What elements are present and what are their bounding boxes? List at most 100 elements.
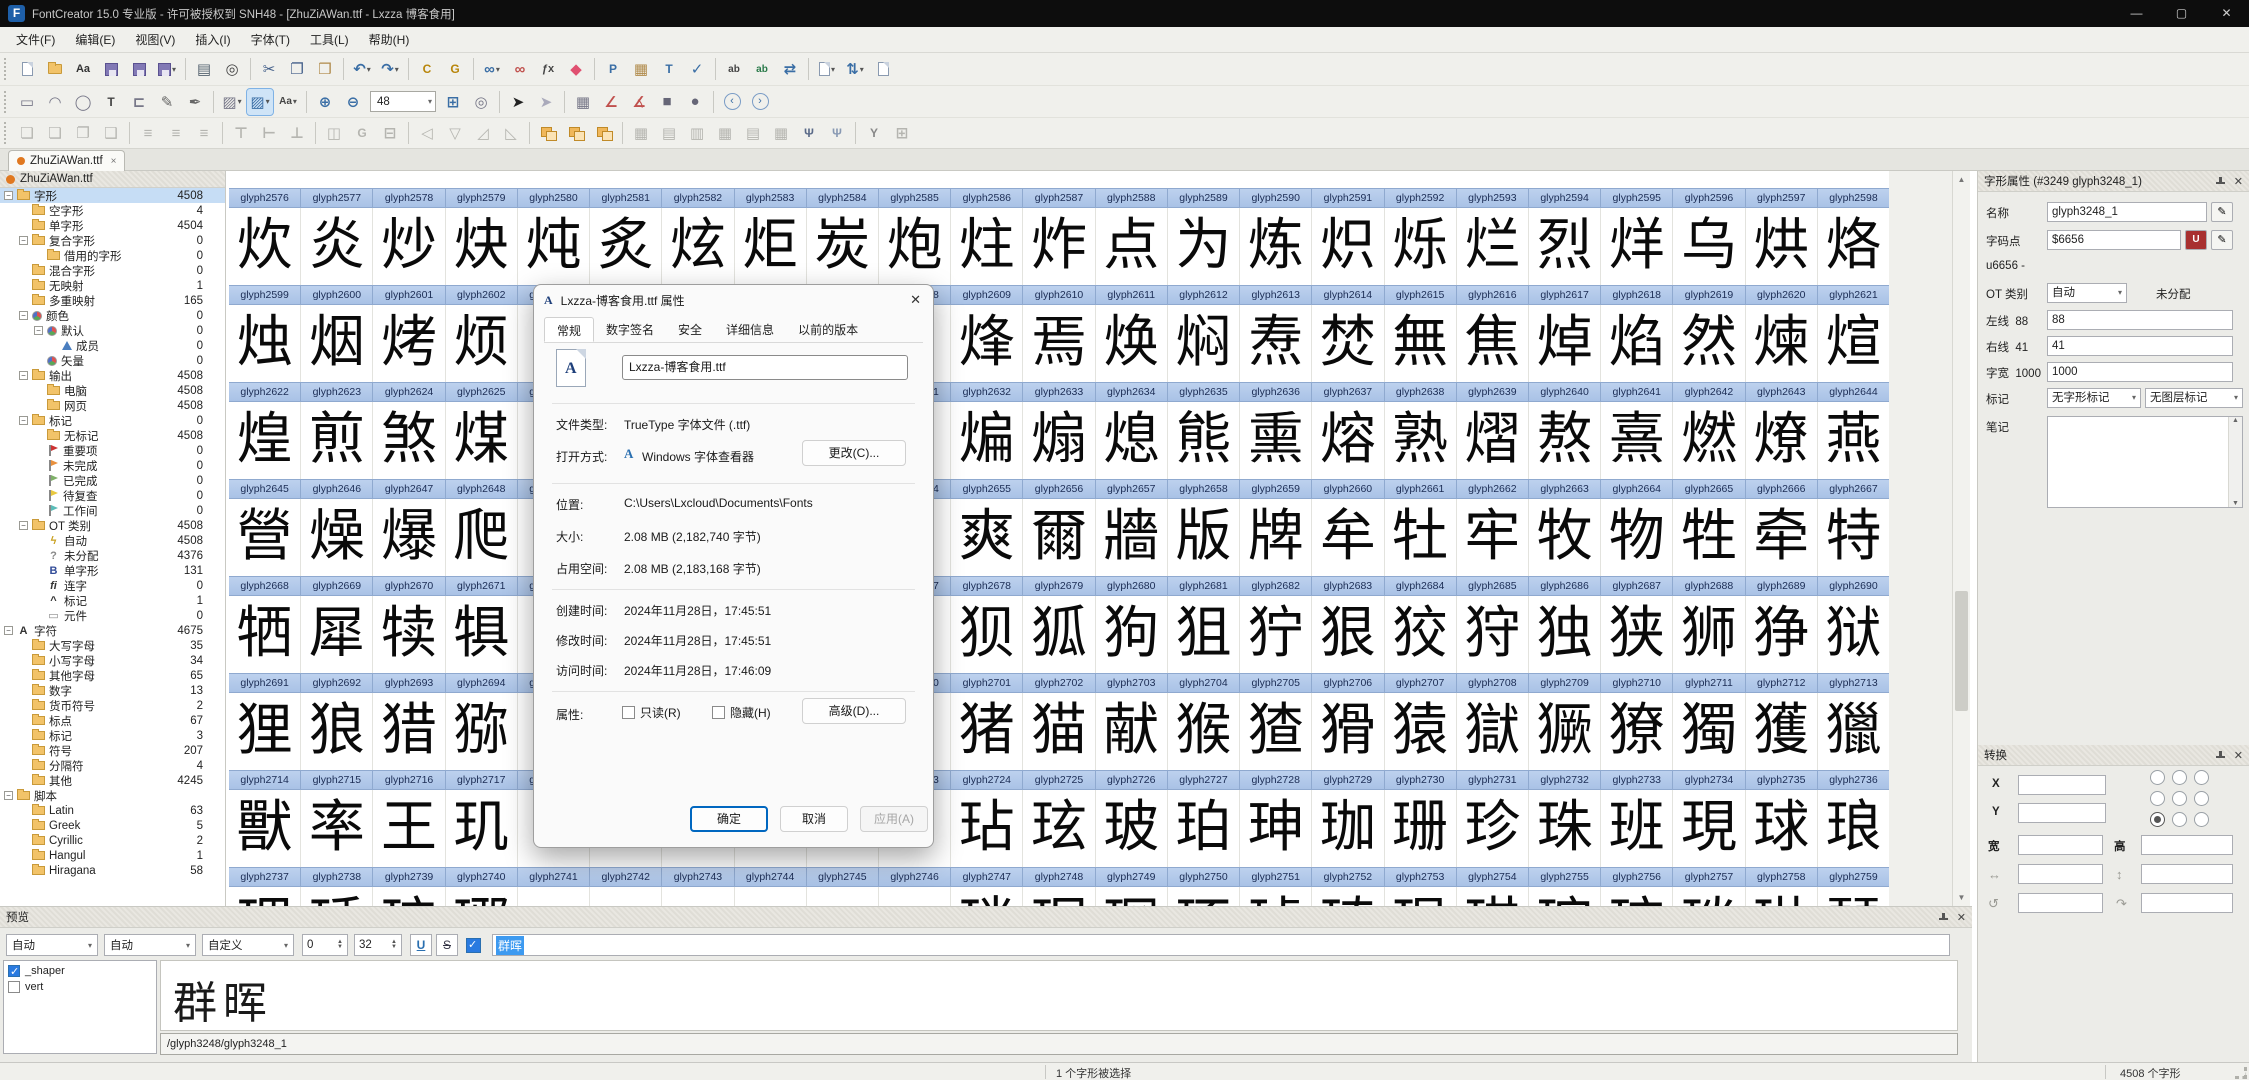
bool-union-icon[interactable]	[535, 120, 561, 146]
open-font-icon[interactable]	[42, 56, 68, 82]
glyph-header-2711[interactable]: glyph2711	[1673, 673, 1745, 693]
glyph-header-2614[interactable]: glyph2614	[1312, 285, 1384, 305]
metrics-table-6-icon[interactable]: ▦	[768, 120, 794, 146]
glyph-cell-2596[interactable]: 乌	[1673, 208, 1745, 285]
glyph-header-2670[interactable]: glyph2670	[373, 576, 445, 596]
glyph-cell-2682[interactable]: 狞	[1240, 596, 1312, 673]
glyph-header-2596[interactable]: glyph2596	[1673, 188, 1745, 208]
glyph-cell-2624[interactable]: 煞	[373, 402, 445, 479]
glyph-cell-2684[interactable]: 狡	[1385, 596, 1457, 673]
glyph-header-2657[interactable]: glyph2657	[1096, 479, 1168, 499]
expander-icon[interactable]: −	[19, 236, 28, 245]
glyph-cell-2593[interactable]: 烂	[1457, 208, 1529, 285]
glyph-header-2585[interactable]: glyph2585	[879, 188, 951, 208]
glyph-header-2716[interactable]: glyph2716	[373, 770, 445, 790]
glyph-header-2602[interactable]: glyph2602	[446, 285, 518, 305]
glyph-cell-2728[interactable]: 珅	[1240, 790, 1312, 867]
glyph-header-2658[interactable]: glyph2658	[1168, 479, 1240, 499]
glyph-cell-2726[interactable]: 玻	[1096, 790, 1168, 867]
cursor-point-icon[interactable]: ➤	[533, 89, 559, 115]
glyph-cell-2576[interactable]: 炊	[229, 208, 301, 285]
size-spinner[interactable]: 32▲▼	[354, 934, 402, 956]
glyph-cell-2648[interactable]: 爬	[446, 499, 518, 576]
tree-item-12[interactable]: −输出4508	[0, 368, 225, 383]
glyph-header-2584[interactable]: glyph2584	[807, 188, 879, 208]
glyph-header-2745[interactable]: glyph2745	[807, 867, 879, 887]
scale-v-input[interactable]	[2141, 864, 2233, 884]
glyph-header-2590[interactable]: glyph2590	[1240, 188, 1312, 208]
tree-item-37[interactable]: 符号207	[0, 743, 225, 758]
glyph-header-2758[interactable]: glyph2758	[1746, 867, 1818, 887]
glyph-cell-2730[interactable]: 珊	[1385, 790, 1457, 867]
feature-vert[interactable]: vert	[8, 979, 152, 995]
zoom-level-combobox[interactable]: 48▾	[370, 91, 436, 112]
tree-item-9[interactable]: −默认0	[0, 323, 225, 338]
glyph-cell-2750[interactable]: 琢	[1168, 887, 1240, 906]
tree-item-10[interactable]: 成员0	[0, 338, 225, 353]
glyph-header-2635[interactable]: glyph2635	[1168, 382, 1240, 402]
tab-close-icon[interactable]: ×	[111, 156, 117, 167]
expander-icon[interactable]: −	[19, 416, 28, 425]
glyph-cell-2665[interactable]: 牲	[1673, 499, 1745, 576]
glyph-cell-2597[interactable]: 烘	[1746, 208, 1818, 285]
glyph-header-2659[interactable]: glyph2659	[1240, 479, 1312, 499]
import-data-icon[interactable]: ⇅▾	[842, 56, 868, 82]
glyph-cell-2601[interactable]: 烤	[373, 305, 445, 382]
glyph-header-2637[interactable]: glyph2637	[1312, 382, 1384, 402]
expander-icon[interactable]: −	[4, 191, 13, 200]
glyph-header-2641[interactable]: glyph2641	[1601, 382, 1673, 402]
glyph-cell-2662[interactable]: 牢	[1457, 499, 1529, 576]
flip-vertical-icon[interactable]: ▽	[442, 120, 468, 146]
paste-glyph-icon[interactable]: G	[442, 56, 468, 82]
measure-angle-icon[interactable]: ∠	[598, 89, 624, 115]
glyph-cell-2715[interactable]: 率	[301, 790, 373, 867]
feature-set-dropdown[interactable]: 自动▾	[6, 934, 98, 956]
glyph-cell-2758[interactable]: 琳	[1746, 887, 1818, 906]
menu-i[interactable]: 插入(I)	[185, 27, 240, 52]
tree-item-1[interactable]: 空字形4	[0, 203, 225, 218]
glyph-header-2693[interactable]: glyph2693	[373, 673, 445, 693]
align-center-icon[interactable]: ≡	[163, 120, 189, 146]
glyph-cell-2681[interactable]: 狙	[1168, 596, 1240, 673]
tree-item-21[interactable]: 工作间0	[0, 503, 225, 518]
change-button[interactable]: 更改(C)...	[802, 440, 906, 466]
file-name-input[interactable]: Lxzza-博客食用.ttf	[622, 355, 908, 380]
glyph-cell-2708[interactable]: 獄	[1457, 693, 1529, 770]
insert-link-icon[interactable]: ∞▾	[479, 56, 505, 82]
ot-category-dropdown[interactable]: 自动▾	[2047, 283, 2127, 303]
glyph-header-2577[interactable]: glyph2577	[301, 188, 373, 208]
glyph-cell-2685[interactable]: 狩	[1457, 596, 1529, 673]
glyph-cell-2703[interactable]: 献	[1096, 693, 1168, 770]
glyph-header-2663[interactable]: glyph2663	[1529, 479, 1601, 499]
glyph-header-2576[interactable]: glyph2576	[229, 188, 301, 208]
bring-forward-icon[interactable]: ❐	[70, 120, 96, 146]
anchor-move-icon[interactable]: Ψ	[824, 120, 850, 146]
language-dropdown[interactable]: 自定义▾	[202, 934, 294, 956]
skew-right-icon[interactable]: ◺	[498, 120, 524, 146]
glyph-header-2643[interactable]: glyph2643	[1746, 382, 1818, 402]
glyph-header-2752[interactable]: glyph2752	[1312, 867, 1384, 887]
glyph-cell-2582[interactable]: 炫	[662, 208, 734, 285]
menu-v[interactable]: 视图(V)	[125, 27, 185, 52]
glyph-cell-2724[interactable]: 玷	[951, 790, 1023, 867]
feature-_shaper[interactable]: _shaper	[8, 963, 152, 979]
pin-icon[interactable]	[1938, 912, 1949, 923]
export-font-icon[interactable]	[870, 56, 896, 82]
glyph-cell-2732[interactable]: 珠	[1529, 790, 1601, 867]
glyph-cell-2636[interactable]: 熏	[1240, 402, 1312, 479]
glyph-header-2714[interactable]: glyph2714	[229, 770, 301, 790]
glyph-header-2736[interactable]: glyph2736	[1818, 770, 1889, 790]
rsb-input[interactable]: 41	[2047, 336, 2233, 356]
hidden-checkbox[interactable]: 隐藏(H)	[712, 704, 771, 721]
ok-button[interactable]: 确定	[690, 806, 768, 832]
codepoint-input[interactable]: $6656	[2047, 230, 2181, 250]
tree-item-0[interactable]: −字形4508	[0, 188, 225, 203]
glyph-header-2746[interactable]: glyph2746	[879, 867, 951, 887]
glyph-header-2633[interactable]: glyph2633	[1023, 382, 1095, 402]
glyph-cell-2717[interactable]: 玑	[446, 790, 518, 867]
tree-item-44[interactable]: Hangul1	[0, 848, 225, 863]
glyph-header-2618[interactable]: glyph2618	[1601, 285, 1673, 305]
glyph-header-2655[interactable]: glyph2655	[951, 479, 1023, 499]
tree-item-28[interactable]: ▭元件0	[0, 608, 225, 623]
glyph-header-2578[interactable]: glyph2578	[373, 188, 445, 208]
